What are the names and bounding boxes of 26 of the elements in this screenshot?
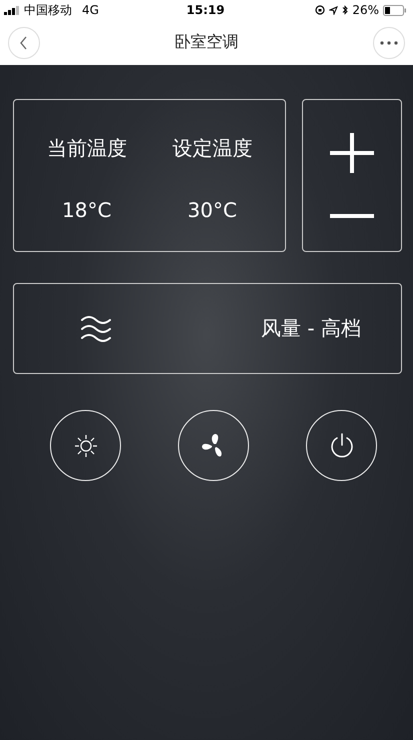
chevron-left-icon <box>19 36 29 50</box>
fan-button[interactable] <box>178 410 249 481</box>
minus-icon <box>330 214 374 218</box>
page-title: 卧室空调 <box>174 32 238 53</box>
more-button[interactable] <box>373 26 405 58</box>
wind-icon <box>80 314 112 344</box>
clock-time: 15:19 <box>186 3 225 17</box>
more-icon <box>380 40 398 44</box>
network-type: 4G <box>82 3 99 17</box>
battery-percent: 26% <box>352 3 379 17</box>
battery-icon <box>382 4 407 16</box>
power-icon <box>328 432 354 460</box>
set-temp-label: 设定温度 <box>172 135 252 162</box>
signal-icon <box>4 6 20 14</box>
light-button[interactable] <box>50 410 121 481</box>
plus-icon <box>330 132 374 173</box>
current-temp-value: 18°C <box>62 198 112 222</box>
carrier-name: 中国移动 <box>24 2 72 18</box>
set-temp-value: 30°C <box>188 198 237 222</box>
fan-speed-label: 风量 - 高档 <box>261 315 361 342</box>
current-temp-label: 当前温度 <box>46 135 127 162</box>
bluetooth-icon <box>342 5 348 15</box>
location-arrow-icon <box>329 6 338 14</box>
power-button[interactable] <box>306 410 377 481</box>
lock-rotation-icon <box>315 5 326 15</box>
sun-icon <box>74 434 98 458</box>
